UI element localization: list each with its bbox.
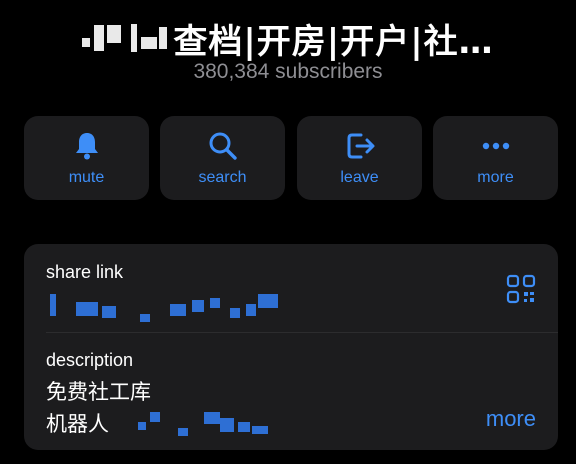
search-label: search	[198, 169, 247, 186]
leave-button[interactable]: leave	[297, 116, 422, 200]
leave-icon	[347, 133, 374, 159]
mute-button[interactable]: mute	[24, 116, 149, 200]
section-divider	[46, 332, 558, 333]
channel-header: 查档|开房|开户|社… 380,384 subscribers	[0, 0, 576, 100]
search-button[interactable]: search	[160, 116, 285, 200]
more-label: more	[477, 169, 514, 186]
bell-icon	[75, 133, 98, 160]
action-bar: mute search leave more	[24, 116, 558, 200]
channel-title: 查档|开房|开户|社…	[173, 21, 494, 62]
subscriber-count: 380,384 subscribers	[193, 60, 383, 83]
share-link-value[interactable]	[46, 290, 286, 322]
description-label: description	[46, 350, 134, 370]
redacted-description-text	[134, 408, 274, 438]
channel-title-row: 查档|开房|开户|社…	[0, 14, 576, 62]
search-icon	[209, 132, 237, 160]
share-link-label: share link	[46, 262, 124, 282]
leave-label: leave	[340, 169, 379, 186]
more-button[interactable]: more	[433, 116, 558, 200]
mute-label: mute	[68, 169, 105, 186]
description-line-1: 免费社工库	[46, 380, 151, 404]
info-card: share link description 免费社工库 机器人 more	[24, 244, 558, 450]
more-dots-icon	[482, 142, 509, 150]
qr-code-icon[interactable]	[506, 274, 536, 304]
redacted-title-prefix	[82, 18, 168, 58]
description-more-link[interactable]: more	[486, 406, 536, 432]
description-line-2: 机器人	[46, 412, 109, 436]
